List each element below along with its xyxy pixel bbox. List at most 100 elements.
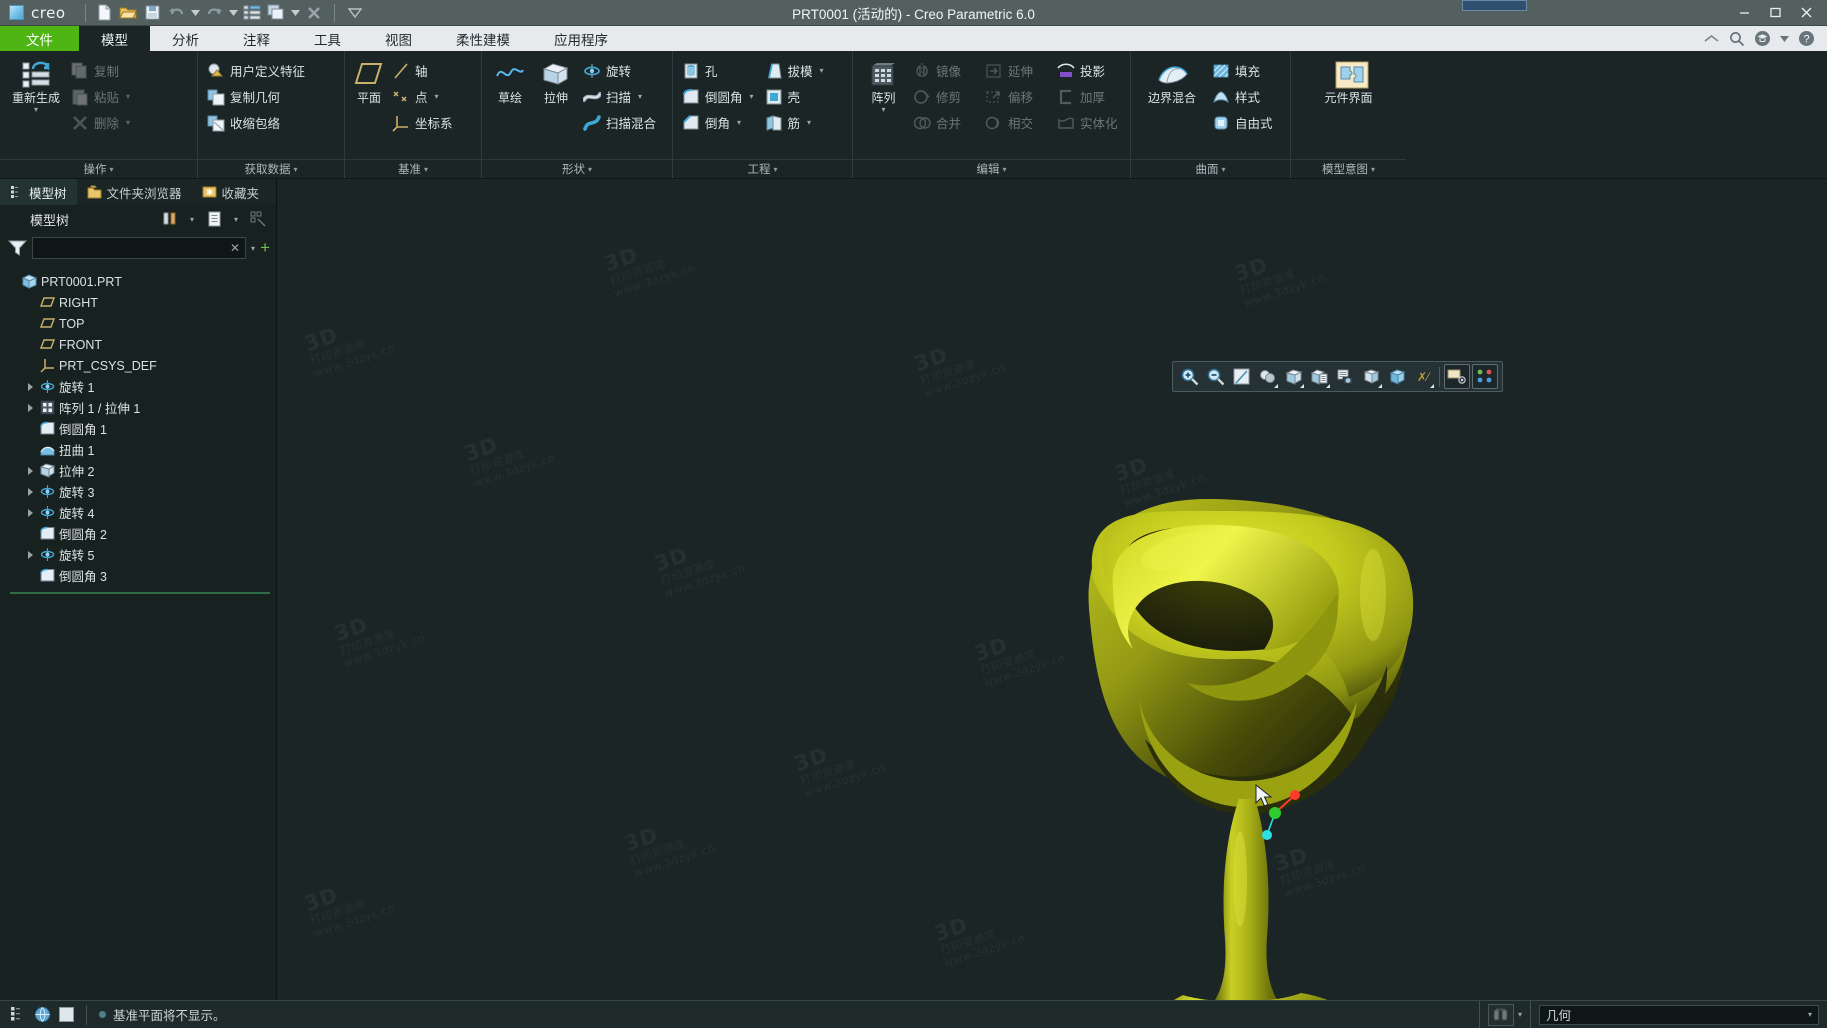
chamfer-button[interactable]: 倒角 ▾ (679, 110, 760, 135)
chevron-down-icon[interactable]: ▾ (638, 92, 642, 101)
display-style-icon[interactable] (1281, 364, 1305, 389)
zoom-out-icon[interactable] (1203, 364, 1227, 389)
tree-item-8[interactable]: 扭曲 1 (0, 439, 276, 460)
tree-item-4[interactable]: PRT_CSYS_DEF (0, 355, 276, 376)
redo-icon[interactable] (203, 2, 225, 24)
datum-point-button[interactable]: 点 ▾ (389, 84, 475, 109)
tree-columns-dropdown[interactable]: ▾ (230, 215, 242, 224)
chevron-down-icon[interactable]: ▾ (34, 106, 38, 114)
draft-button[interactable]: 拔模 ▾ (762, 58, 834, 83)
revolve-button[interactable]: 旋转 (580, 58, 666, 83)
solidify-button[interactable]: 实体化 (1054, 110, 1124, 135)
scene-capture-icon[interactable] (1333, 364, 1357, 389)
close-window-icon[interactable] (303, 2, 325, 24)
regenerate-button[interactable]: 重新生成 ▾ (6, 57, 66, 116)
learning-icon[interactable] (1754, 30, 1771, 47)
tree-item-14[interactable]: 倒圆角 3 (0, 565, 276, 586)
expand-arrow-icon[interactable] (24, 550, 36, 559)
component-interface-button[interactable]: 元件界面 (1303, 57, 1395, 108)
intersect-button[interactable]: 相交 (982, 110, 1052, 135)
trim-button[interactable]: 修剪 (910, 84, 980, 109)
csys-button[interactable]: 坐标系 (389, 110, 475, 135)
tab-applications[interactable]: 应用程序 (532, 26, 630, 51)
tab-file[interactable]: 文件 (0, 26, 79, 51)
style-button[interactable]: 样式 (1209, 84, 1279, 109)
redo-dropdown-icon[interactable] (227, 2, 239, 24)
tree-item-6[interactable]: 阵列 1 / 拉伸 1 (0, 397, 276, 418)
chevron-down-icon[interactable]: ▾ (435, 92, 439, 101)
window-dropdown-icon[interactable] (289, 2, 301, 24)
freestyle-button[interactable]: 自由式 (1209, 110, 1279, 135)
saved-orientations-icon[interactable] (1307, 364, 1331, 389)
chevron-down-icon[interactable]: ▾ (820, 66, 824, 75)
zoom-in-icon[interactable] (1177, 364, 1201, 389)
maximize-button[interactable] (1760, 1, 1790, 25)
appearance-gallery-icon[interactable] (1472, 364, 1498, 389)
nav-tab-folder-browser[interactable]: 文件夹浏览器 (77, 179, 192, 205)
close-button[interactable] (1791, 1, 1821, 25)
graphics-viewport[interactable]: 3D 打印资源库 www.3dzyk.cn 3D 打印资源库 www.3dzyk.cn … (277, 179, 1827, 1000)
panel-toggle-icon[interactable] (58, 1006, 76, 1024)
selection-filter-icon[interactable] (1487, 1003, 1514, 1026)
datum-axis-button[interactable]: 轴 (389, 58, 475, 83)
learning-dropdown-icon[interactable] (1780, 35, 1789, 42)
project-button[interactable]: 投影 (1054, 58, 1124, 83)
search-options-dropdown-icon[interactable]: ▾ (251, 244, 255, 253)
model-tree-toggle-icon[interactable] (10, 1006, 28, 1024)
udf-button[interactable]: 用户定义特征 (204, 58, 311, 83)
extend-button[interactable]: 延伸 (982, 58, 1052, 83)
expand-arrow-icon[interactable] (24, 403, 36, 412)
rib-button[interactable]: 筋 ▾ (762, 110, 834, 135)
round-button[interactable]: 倒圆角 ▾ (679, 84, 760, 109)
tree-item-12[interactable]: 倒圆角 2 (0, 523, 276, 544)
tree-columns-icon[interactable] (202, 208, 226, 230)
extrude-button[interactable]: 拉伸 (534, 57, 578, 108)
shrinkwrap-button[interactable]: 收缩包络 (204, 110, 311, 135)
regenerate-icon[interactable] (241, 2, 263, 24)
pattern-button[interactable]: 阵列 ▾ (859, 57, 908, 116)
copy-button[interactable]: 复制 (68, 58, 154, 83)
datum-display-icon[interactable] (1255, 364, 1279, 389)
tree-item-2[interactable]: TOP (0, 313, 276, 334)
customize-qat-icon[interactable] (344, 2, 366, 24)
tree-item-0[interactable]: PRT0001.PRT (0, 271, 276, 292)
undo-dropdown-icon[interactable] (189, 2, 201, 24)
tab-view[interactable]: 视图 (363, 26, 434, 51)
new-file-icon[interactable] (93, 2, 115, 24)
tab-model[interactable]: 模型 (79, 26, 150, 51)
thicken-button[interactable]: 加厚 (1054, 84, 1124, 109)
tab-flexible-modeling[interactable]: 柔性建模 (434, 26, 532, 51)
window-switch-icon[interactable] (265, 2, 287, 24)
paste-button[interactable]: 粘贴 ▾ (68, 84, 154, 109)
sweep-button[interactable]: 扫描 ▾ (580, 84, 666, 109)
expand-arrow-icon[interactable] (24, 466, 36, 475)
minimize-ribbon-icon[interactable] (1703, 33, 1720, 44)
chevron-down-icon[interactable]: ▾ (807, 118, 811, 127)
model-3d-render[interactable] (277, 179, 1827, 1000)
hole-button[interactable]: 孔 (679, 58, 760, 83)
nav-tab-model-tree[interactable]: 模型树 (0, 179, 77, 205)
expand-arrow-icon[interactable] (24, 508, 36, 517)
annotation-display-icon[interactable]: ✗⁄ (1411, 364, 1435, 389)
spin-center-icon[interactable] (1444, 364, 1470, 389)
help-icon[interactable]: ? (1798, 30, 1815, 47)
datum-plane-button[interactable]: 平面 (351, 57, 387, 108)
tree-item-3[interactable]: FRONT (0, 334, 276, 355)
drag-handle-markers[interactable] (1237, 769, 1357, 859)
tree-item-10[interactable]: 旋转 3 (0, 481, 276, 502)
chevron-down-icon[interactable]: ▾ (126, 118, 130, 127)
tab-tools[interactable]: 工具 (292, 26, 363, 51)
perspective-view-icon[interactable] (1359, 364, 1383, 389)
browser-toggle-icon[interactable] (34, 1006, 52, 1024)
mirror-button[interactable]: 镜像 (910, 58, 980, 83)
open-file-icon[interactable] (117, 2, 139, 24)
copy-geometry-button[interactable]: 复制几何 (204, 84, 311, 109)
search-icon[interactable] (1729, 31, 1745, 47)
selection-dropdown-icon[interactable]: ▾ (1518, 1010, 1522, 1019)
tree-item-13[interactable]: 旋转 5 (0, 544, 276, 565)
add-search-icon[interactable]: + (260, 239, 270, 256)
tree-item-1[interactable]: RIGHT (0, 292, 276, 313)
boundary-blend-button[interactable]: 边界混合 (1137, 57, 1207, 108)
tree-item-9[interactable]: 拉伸 2 (0, 460, 276, 481)
chevron-down-icon[interactable]: ▾ (881, 106, 885, 114)
